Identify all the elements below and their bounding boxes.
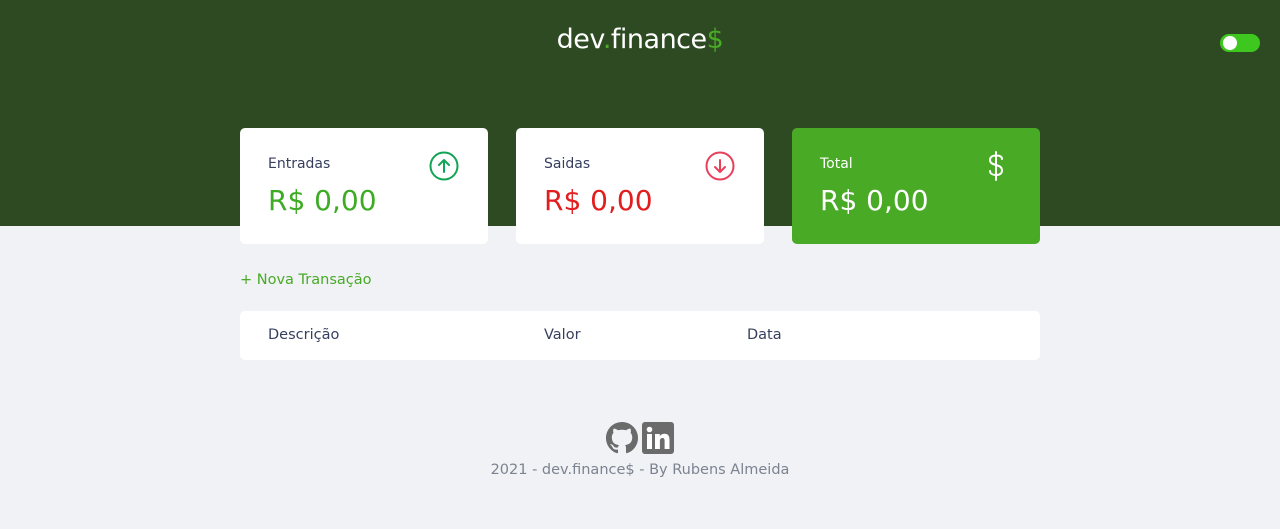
income-amount: R$ 0,00 <box>268 184 377 217</box>
linkedin-icon[interactable] <box>642 422 674 454</box>
dollar-sign-icon <box>988 151 1004 181</box>
logo: dev.finance$ <box>0 24 1280 55</box>
logo-prefix: dev <box>556 24 604 55</box>
income-card: Entradas R$ 0,00 <box>240 128 488 244</box>
column-date: Data <box>747 327 782 343</box>
transactions-table-header: Descrição Valor Data <box>240 311 1040 360</box>
expense-amount: R$ 0,00 <box>544 184 653 217</box>
expense-card: Saidas R$ 0,00 <box>516 128 764 244</box>
theme-toggle[interactable] <box>1220 34 1260 52</box>
total-amount: R$ 0,00 <box>820 184 929 217</box>
column-description: Descrição <box>268 327 340 343</box>
income-label: Entradas <box>268 156 331 172</box>
footer-credit: 2021 - dev.finance$ - By Rubens Almeida <box>490 462 790 478</box>
logo-dollar: $ <box>706 24 724 55</box>
logo-word: finance <box>610 24 707 55</box>
github-icon[interactable] <box>606 422 638 454</box>
arrow-up-circle-icon <box>429 151 459 181</box>
column-value: Valor <box>544 327 581 343</box>
new-transaction-button[interactable]: + Nova Transação <box>240 272 371 288</box>
logo-dot: . <box>602 24 612 55</box>
total-card: Total R$ 0,00 <box>792 128 1040 244</box>
arrow-down-circle-icon <box>705 151 735 181</box>
total-label: Total <box>820 156 853 172</box>
expense-label: Saidas <box>544 156 591 172</box>
toggle-knob <box>1223 36 1237 50</box>
